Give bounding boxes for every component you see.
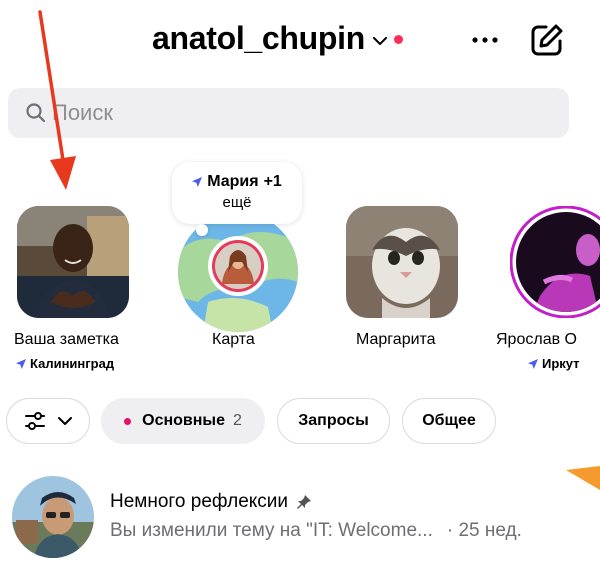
filter-chips: Основные 2 Запросы Общее	[0, 398, 600, 444]
note-label: Ярослав О	[496, 331, 577, 348]
thread-last-message: Вы изменили тему на "IT: Welcome...	[110, 520, 433, 541]
location-arrow-icon	[16, 358, 26, 369]
bubble-name: Мария	[207, 173, 259, 190]
filter-settings-chip[interactable]	[6, 398, 90, 444]
notes-row: Ваша заметка Калининград Карта Мария +1 …	[0, 160, 600, 380]
tab-general-label: Общее	[422, 412, 476, 429]
unread-dot	[124, 417, 132, 425]
bubble-tail	[196, 224, 208, 236]
search-icon	[26, 103, 46, 123]
note-location-text: Иркут	[542, 356, 580, 371]
note-label: Маргарита	[356, 331, 436, 348]
chevron-down-icon	[373, 37, 388, 45]
avatar	[12, 476, 94, 558]
note-location: Иркут	[528, 356, 580, 371]
note-location-text: Калининград	[30, 356, 115, 371]
search-input[interactable]	[52, 100, 532, 126]
note-bubble[interactable]: Мария +1 ещё	[172, 162, 302, 224]
note-margarita[interactable]: Маргарита	[330, 160, 480, 380]
compose-button[interactable]	[529, 22, 565, 58]
thread-row[interactable]: Немного рефлексии Вы изменили тему на "I…	[0, 468, 600, 570]
chevron-down-icon	[58, 416, 72, 425]
location-arrow-icon	[192, 177, 203, 187]
direct-inbox-screen: anatol_chupin Поиск Ваша заметка Калинин…	[0, 0, 600, 570]
search-bar[interactable]	[8, 88, 569, 138]
tab-primary-label: Основные	[142, 412, 225, 429]
location-arrow-icon	[528, 358, 538, 369]
unread-dot	[394, 35, 404, 44]
note-yaroslav[interactable]: Ярослав О Иркут	[492, 160, 600, 380]
tab-primary[interactable]: Основные 2	[101, 398, 265, 444]
note-label: Ваша заметка	[14, 331, 119, 348]
note-location: Калининград	[16, 356, 114, 371]
tab-general[interactable]: Общее	[402, 398, 496, 444]
tab-requests[interactable]: Запросы	[277, 398, 390, 444]
thread-preview: Вы изменили тему на "IT: Welcome... · 25 …	[110, 520, 528, 542]
more-horizontal-icon	[472, 37, 498, 43]
header: anatol_chupin	[0, 18, 600, 64]
yaroslav-story-ring	[510, 206, 600, 318]
thread-title: Немного рефлексии	[110, 491, 312, 513]
more-button[interactable]	[470, 28, 500, 52]
thread-time: · 25 нед.	[446, 520, 522, 541]
sliders-icon	[25, 412, 45, 430]
tab-requests-label: Запросы	[298, 412, 369, 429]
compose-icon	[531, 24, 563, 56]
bubble-more: ещё	[222, 194, 252, 211]
your-note-photo	[17, 206, 129, 318]
corner-badge-icon	[566, 466, 600, 490]
pin-icon	[297, 495, 312, 509]
note-label: Карта	[212, 331, 255, 348]
bubble-plus-count: +1	[263, 173, 282, 190]
tab-primary-count: 2	[232, 412, 242, 429]
margarita-photo	[346, 206, 458, 318]
username: anatol_chupin	[152, 20, 366, 56]
thread-title-text: Немного рефлексии	[110, 491, 289, 512]
map-avatar	[208, 236, 268, 296]
note-your-note[interactable]: Ваша заметка Калининград	[0, 160, 145, 380]
account-switcher[interactable]: anatol_chupin	[152, 20, 404, 57]
